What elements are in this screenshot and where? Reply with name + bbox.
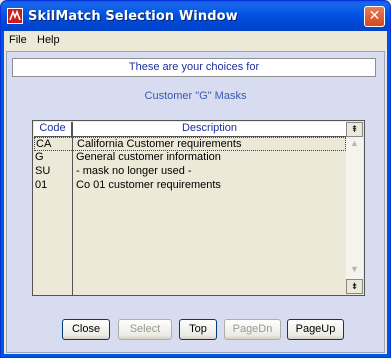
row-description: - mask no longer used - [76, 165, 192, 177]
row-description: General customer information [76, 151, 221, 163]
window-title: SkilMatch Selection Window [28, 9, 238, 24]
menu-help[interactable]: Help [37, 34, 60, 46]
pagedn-button[interactable]: PageDn [224, 319, 281, 340]
choices-table: Code Description CA California Customer … [32, 120, 365, 296]
column-header-code[interactable]: Code [34, 122, 72, 136]
top-button[interactable]: Top [179, 319, 217, 340]
scroll-to-bottom-icon[interactable]: ⇟ [346, 279, 363, 294]
skilmatch-app-icon [7, 8, 23, 24]
table-row[interactable]: G General customer information [34, 151, 346, 165]
column-header-description[interactable]: Description [73, 122, 346, 136]
close-icon: ✕ [368, 8, 381, 24]
scroll-down-icon[interactable]: ▼ [346, 264, 363, 274]
selection-panel: These are your choices for Customer "G" … [6, 51, 385, 353]
row-code: CA [36, 138, 52, 150]
select-button[interactable]: Select [118, 319, 172, 340]
selection-window: SkilMatch Selection Window ✕ File Help T… [0, 0, 391, 358]
row-code: SU [35, 165, 51, 177]
scroll-up-icon[interactable]: ▲ [346, 138, 363, 148]
row-description: Co 01 customer requirements [76, 179, 221, 191]
table-row[interactable]: SU - mask no longer used - [34, 165, 346, 179]
row-code: G [35, 151, 44, 163]
row-code: 01 [35, 179, 48, 191]
pageup-button[interactable]: PageUp [287, 319, 344, 340]
vertical-scrollbar[interactable]: ⇞ ▲ ▼ ⇟ [346, 122, 363, 294]
row-description: California Customer requirements [77, 138, 242, 150]
table-row[interactable]: 01 Co 01 customer requirements [34, 179, 346, 193]
client-area: File Help These are your choices for Cus… [4, 31, 387, 354]
window-close-button[interactable]: ✕ [364, 6, 385, 27]
title-bar[interactable]: SkilMatch Selection Window ✕ [1, 1, 390, 31]
table-row[interactable]: CA California Customer requirements [34, 137, 346, 151]
menu-bar: File Help [4, 31, 387, 49]
close-button[interactable]: Close [62, 319, 110, 340]
list-subtitle: Customer "G" Masks [144, 90, 247, 102]
menu-file[interactable]: File [9, 34, 27, 46]
scroll-to-top-icon[interactable]: ⇞ [346, 122, 363, 137]
choices-banner: These are your choices for [12, 58, 376, 77]
